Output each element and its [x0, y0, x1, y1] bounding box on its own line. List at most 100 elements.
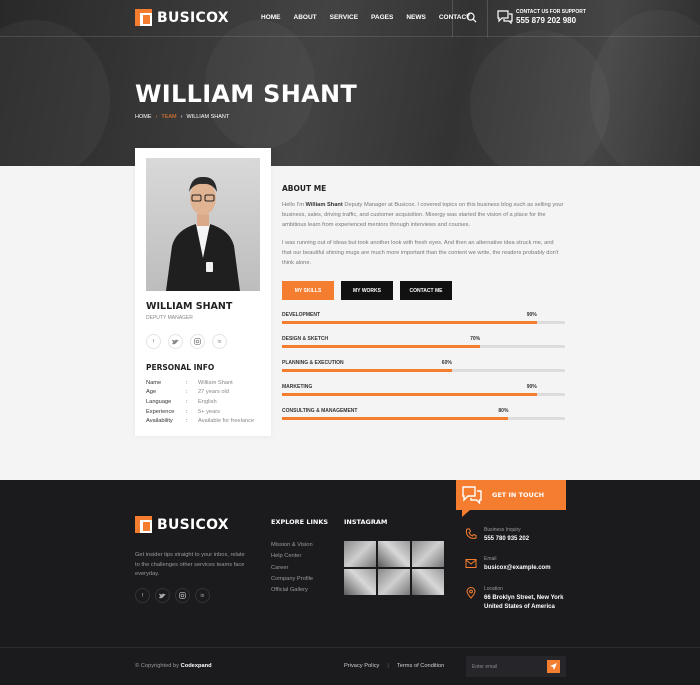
email-input[interactable] [472, 660, 542, 673]
footer-link[interactable]: Company Profile [271, 576, 313, 587]
copyright-owner[interactable]: Codexpand [181, 663, 212, 669]
breadcrumb-team[interactable]: TEAM [161, 114, 176, 120]
footer-social-links: f in [135, 588, 210, 603]
nav-item-pages[interactable]: PAGES [371, 14, 393, 21]
instagram-photo[interactable] [412, 541, 444, 567]
support-phone: 555 879 202 980 [516, 16, 577, 25]
instagram-gallery [344, 541, 444, 595]
page-title: WILLIAM SHANT [135, 80, 358, 108]
skill-bar: DESIGN & SKETCH 70% [282, 336, 565, 350]
twitter-icon[interactable] [155, 588, 170, 603]
skill-name: CONSULTING & MANAGEMENT [282, 408, 358, 414]
footer-divider [0, 647, 700, 648]
logo-icon [135, 516, 152, 533]
explore-links-title: EXPLORE LINKS [271, 518, 329, 526]
info-value: 27 years old [198, 389, 229, 396]
contact-label: Business Inquiry [484, 527, 521, 533]
contact-email: Email busicox@example.com [465, 556, 551, 573]
footer-logo[interactable]: BUSICOX [135, 516, 229, 533]
chat-icon [462, 486, 482, 504]
skill-track [282, 417, 565, 420]
info-value: English [198, 398, 217, 405]
tab-contact-me[interactable]: CONTACT ME [400, 281, 452, 300]
facebook-icon[interactable]: f [146, 334, 161, 349]
instagram-photo[interactable] [412, 569, 444, 595]
send-button[interactable] [547, 660, 560, 673]
info-key: Availability [146, 418, 173, 425]
info-key: Age [146, 389, 157, 396]
about-paragraph: Hello I'm William Shant Deputy Manager a… [282, 200, 564, 230]
nav-item-about[interactable]: ABOUT [294, 14, 317, 21]
skill-percent: 90% [526, 312, 537, 318]
link-separator: | [387, 663, 389, 669]
info-row: Age: 27 years old [146, 389, 229, 396]
get-in-touch-title: GET IN TOUCH [492, 491, 545, 499]
skill-bar: CONSULTING & MANAGEMENT 80% [282, 408, 565, 422]
profile-role: DEPUTY MANAGER [146, 315, 193, 321]
get-in-touch-banner: GET IN TOUCH [456, 480, 566, 510]
footer-link[interactable]: Help Center [271, 553, 313, 564]
skill-track [282, 321, 565, 324]
terms-link[interactable]: Terms of Condition [397, 663, 444, 669]
chevron-right-icon: › [155, 114, 158, 120]
footer-link[interactable]: Official Gallery [271, 587, 313, 598]
instagram-icon[interactable] [190, 334, 205, 349]
skill-track [282, 345, 565, 348]
info-key: Language [146, 398, 172, 405]
contact-label: Email [484, 556, 497, 562]
instagram-photo[interactable] [344, 541, 376, 567]
banner-tail [462, 510, 470, 517]
skill-percent: 60% [441, 360, 452, 366]
skill-fill [282, 369, 452, 372]
linkedin-icon[interactable]: in [195, 588, 210, 603]
skill-fill [282, 417, 509, 420]
instagram-title: INSTAGRAM [344, 518, 388, 526]
skill-bar: MARKETING 90% [282, 384, 565, 398]
skill-bar: DEVELOPMENT 90% [282, 312, 565, 326]
about-name: William Shant [305, 202, 343, 208]
brand-name: BUSICOX [157, 9, 229, 26]
nav-item-service[interactable]: SERVICE [330, 14, 358, 21]
nav-item-news[interactable]: NEWS [406, 14, 426, 21]
profile-card: WILLIAM SHANT DEPUTY MANAGER f in PERSON… [135, 148, 271, 436]
skill-percent: 90% [526, 384, 537, 390]
contact-value[interactable]: busicox@example.com [484, 564, 551, 573]
profile-social-links: f in [146, 334, 227, 349]
twitter-icon[interactable] [168, 334, 183, 349]
info-row: Experience: 5+ years [146, 408, 220, 415]
instagram-photo[interactable] [378, 569, 410, 595]
instagram-icon[interactable] [175, 588, 190, 603]
brand-logo[interactable]: BUSICOX [135, 9, 229, 26]
search-icon[interactable] [466, 12, 477, 23]
info-row: Availability: Available for freelance [146, 418, 255, 425]
linkedin-icon[interactable]: in [212, 334, 227, 349]
tab-my-works[interactable]: MY WORKS [341, 281, 393, 300]
nav-divider [487, 0, 488, 37]
nav-item-home[interactable]: HOME [261, 14, 281, 21]
skill-name: MARKETING [282, 384, 313, 390]
skill-name: DESIGN & SKETCH [282, 336, 329, 342]
contact-label: Location [484, 586, 503, 592]
tab-my-skills[interactable]: MY SKILLS [282, 281, 334, 300]
privacy-policy-link[interactable]: Privacy Policy [344, 663, 379, 669]
chat-icon [497, 10, 513, 24]
person-illustration [166, 176, 240, 291]
skill-percent: 70% [470, 336, 481, 342]
instagram-photo[interactable] [344, 569, 376, 595]
support-contact[interactable]: CONTACT US FOR SUPPORT 555 879 202 980 [497, 9, 586, 25]
instagram-photo[interactable] [378, 541, 410, 567]
personal-info-title: PERSONAL INFO [146, 363, 215, 372]
contact-value[interactable]: 555 780 935 202 [484, 535, 529, 544]
nav-divider [452, 0, 453, 37]
skill-fill [282, 393, 537, 396]
breadcrumb-home[interactable]: HOME [135, 114, 152, 120]
logo-icon [135, 9, 152, 26]
facebook-icon[interactable]: f [135, 588, 150, 603]
brand-name: BUSICOX [157, 516, 229, 533]
footer-link[interactable]: Mission & Vision [271, 542, 313, 553]
skill-fill [282, 321, 537, 324]
support-label: CONTACT US FOR SUPPORT [516, 9, 586, 15]
info-row: Language: English [146, 398, 217, 405]
footer-link[interactable]: Career [271, 565, 313, 576]
info-key: Experience [146, 408, 175, 415]
